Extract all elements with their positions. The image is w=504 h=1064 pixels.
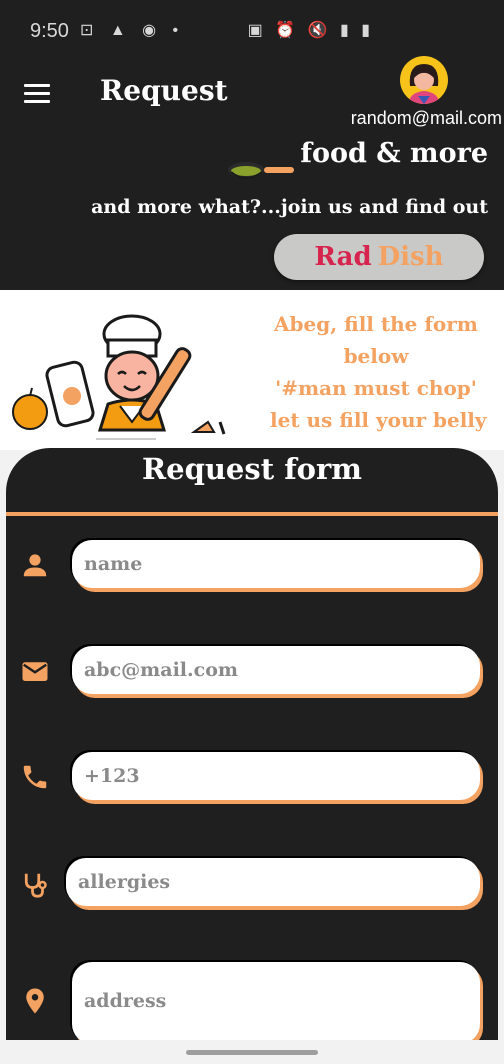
gesture-handle[interactable] (186, 1050, 318, 1055)
chef-illustration-icon (8, 304, 238, 444)
status-bar: 9:50 ⊡ ▲ ◉ • ▣ ⏰ 🔇 ▮ ▮ (0, 0, 504, 60)
page-title: Request (100, 74, 228, 107)
hero-line: below (343, 344, 409, 368)
status-notification-icons: ⊡ ▲ ◉ • (80, 22, 185, 39)
phone-field[interactable] (72, 752, 480, 800)
status-time: 9:50 (30, 20, 69, 42)
form-title: Request form (142, 452, 362, 486)
mail-icon (22, 662, 48, 681)
stethoscope-icon (24, 873, 47, 898)
person-icon (23, 554, 47, 577)
request-form-card: Request form (6, 448, 498, 1064)
address-field[interactable] (72, 962, 480, 1044)
allergies-field[interactable] (66, 858, 480, 906)
system-nav-bar (0, 1040, 504, 1064)
raddish-brand-button[interactable]: Rad Dish (274, 234, 484, 280)
phone-icon (23, 765, 47, 789)
banner-tagline: and more what?...join us and find out (91, 196, 488, 218)
avatar[interactable] (400, 56, 448, 104)
brand-dish-text: Dish (377, 242, 444, 272)
hero-line: let us fill your belly (270, 408, 487, 432)
email-field[interactable] (72, 646, 480, 694)
hero-line: Abeg, fill the form (274, 312, 478, 336)
status-system-icons: ▣ ⏰ 🔇 ▮ ▮ (247, 22, 374, 39)
name-field[interactable] (72, 540, 480, 588)
avatar-woman-icon (408, 64, 440, 104)
location-pin-icon (26, 988, 44, 1014)
banner-headline: food & more (300, 138, 488, 169)
hamburger-menu-icon[interactable] (24, 84, 50, 104)
hero-message: Abeg, fill the form below '#man must cho… (270, 308, 487, 436)
account-email: random@mail.com (350, 108, 502, 128)
brand-rad-text: Rad (314, 242, 372, 272)
hero-line: '#man must chop' (275, 376, 477, 400)
frying-pan-icon (226, 158, 296, 190)
form-divider (6, 512, 498, 516)
app-bar: Request random@mail.com food & more and … (0, 56, 504, 290)
hero-section: Abeg, fill the form below '#man must cho… (0, 290, 504, 450)
